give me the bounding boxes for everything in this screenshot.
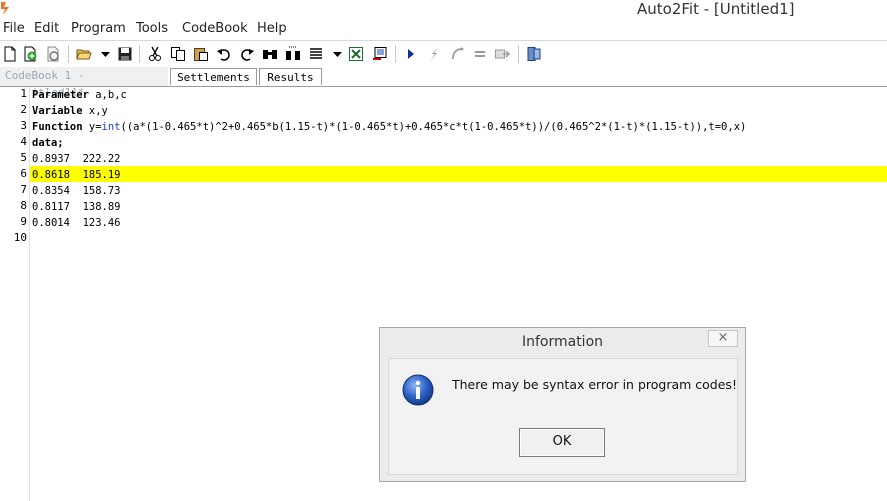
tab-codebook-1[interactable]: CodeBook 1 - [Untitled1]* — [0, 67, 168, 99]
close-button[interactable]: × — [708, 330, 738, 347]
code-line[interactable]: Function y=int((a*(1-0.465*t)^2+0.465*b(… — [32, 119, 746, 135]
code-text: 0.8117 138.89 — [32, 201, 121, 213]
run-icon[interactable] — [403, 46, 419, 62]
line-number: 3 — [20, 119, 27, 132]
code-line[interactable]: 0.8618 185.19 — [32, 167, 121, 183]
tab-settlements[interactable]: Settlements — [170, 68, 257, 85]
lightning-icon[interactable] — [426, 46, 442, 62]
replace-icon[interactable] — [285, 46, 301, 62]
code-line[interactable]: Parameter a,b,c — [32, 87, 127, 103]
dialog-body: There may be syntax error in program cod… — [388, 358, 738, 475]
add-file-icon[interactable] — [22, 46, 38, 62]
line-number: 9 — [20, 215, 27, 228]
line-number: 5 — [20, 151, 27, 164]
line-number: 4 — [20, 135, 27, 148]
code-text: 0.8014 123.46 — [32, 217, 121, 229]
equals-icon[interactable] — [472, 46, 488, 62]
code-text: ((a*(1-0.465*t)^2+0.465*b(1.15-t)*(1-0.4… — [120, 121, 747, 133]
code-text: y= — [82, 121, 102, 133]
tab-results[interactable]: Results — [259, 68, 322, 85]
dropdown-arrow-icon[interactable] — [98, 46, 114, 62]
line-number: 10 — [13, 231, 27, 244]
toolbar — [0, 40, 887, 67]
keyword: data; — [32, 137, 64, 149]
menu-file[interactable]: File — [3, 21, 25, 36]
dialog-title: Information — [521, 334, 604, 350]
cut-icon[interactable] — [147, 46, 163, 62]
dialog-message: There may be syntax error in program cod… — [452, 377, 737, 392]
code-line[interactable]: Variable x,y — [32, 103, 108, 119]
app-icon[interactable] — [0, 0, 14, 16]
recycle-icon[interactable] — [45, 46, 61, 62]
window-title: Auto2Fit - [Untitled1] — [637, 0, 795, 18]
menu-help[interactable]: Help — [257, 21, 287, 36]
code-text: 0.8354 158.73 — [32, 185, 121, 197]
paste-icon[interactable] — [193, 46, 209, 62]
new-file-icon[interactable] — [2, 46, 18, 62]
toolbar-separator — [518, 45, 519, 63]
code-line[interactable]: 0.8014 123.46 — [32, 215, 121, 231]
line-number-gutter: 1 2 3 4 5 6 7 8 9 10 — [0, 87, 30, 501]
codebook-tabs: CodeBook 1 - [Untitled1]* Settlements Re… — [0, 66, 887, 99]
list-icon[interactable] — [308, 46, 324, 62]
menu-codebook[interactable]: CodeBook — [182, 21, 248, 36]
import-icon[interactable] — [372, 46, 388, 62]
line-number: 8 — [20, 199, 27, 212]
code-line[interactable]: data; — [32, 135, 64, 151]
step-icon[interactable] — [449, 46, 465, 62]
code-line[interactable]: 0.8937 222.22 — [32, 151, 121, 167]
menu-edit[interactable]: Edit — [34, 21, 59, 36]
ok-button[interactable]: OK — [519, 428, 605, 457]
undo-icon[interactable] — [216, 46, 232, 62]
open-folder-icon[interactable] — [76, 46, 92, 62]
line-number: 7 — [20, 183, 27, 196]
code-line[interactable]: 0.8117 138.89 — [32, 199, 121, 215]
line-number: 2 — [20, 103, 27, 116]
copy-icon[interactable] — [170, 46, 186, 62]
save-icon[interactable] — [117, 46, 133, 62]
toolbar-separator — [139, 45, 140, 63]
code-text: 0.8618 185.19 — [32, 169, 121, 181]
redo-icon[interactable] — [239, 46, 255, 62]
menu-tools[interactable]: Tools — [136, 21, 168, 36]
code-text: x,y — [82, 105, 108, 117]
title-bar: Auto2Fit - [Untitled1] — [0, 0, 887, 18]
code-text: 0.8937 222.22 — [32, 153, 121, 165]
toolbar-separator — [395, 45, 396, 63]
keyword: Variable — [32, 105, 83, 117]
code-line[interactable]: 0.8354 158.73 — [32, 183, 121, 199]
find-icon[interactable] — [262, 46, 278, 62]
excel-icon[interactable] — [348, 46, 364, 62]
keyword: Parameter — [32, 89, 89, 101]
toolbar-separator — [68, 45, 69, 63]
export-icon[interactable] — [494, 46, 510, 62]
line-number: 6 — [20, 167, 27, 180]
function-name: int — [101, 121, 121, 133]
information-dialog: Information × There may be syntax error … — [379, 327, 746, 482]
menu-program[interactable]: Program — [71, 21, 126, 36]
info-icon — [402, 374, 434, 406]
keyword: Function — [32, 121, 83, 133]
line-number: 1 — [20, 87, 27, 100]
code-text: a,b,c — [88, 89, 127, 101]
dropdown-arrow-icon[interactable] — [330, 46, 346, 62]
menu-bar: File Edit Program Tools CodeBook Help — [0, 20, 887, 39]
exit-icon[interactable] — [526, 46, 542, 62]
